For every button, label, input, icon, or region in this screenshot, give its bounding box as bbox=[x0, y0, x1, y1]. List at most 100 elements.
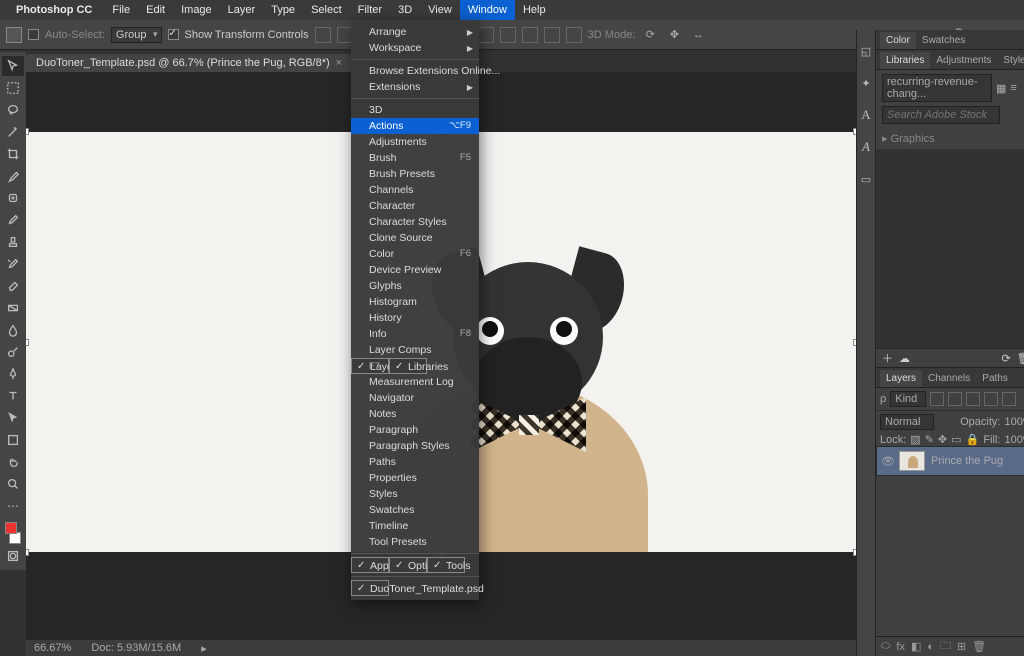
lock-position-icon[interactable]: ✥ bbox=[938, 433, 947, 446]
tab-layers[interactable]: Layers bbox=[880, 370, 922, 387]
tab-channels[interactable]: Channels bbox=[922, 370, 976, 387]
filter-pixel-icon[interactable] bbox=[930, 392, 944, 406]
tool-preset-icon[interactable] bbox=[6, 27, 22, 43]
menu-item-actions[interactable]: Actions⌥F9 bbox=[351, 118, 479, 134]
distribute-3-icon[interactable] bbox=[500, 27, 516, 43]
filter-shape-icon[interactable] bbox=[984, 392, 998, 406]
lock-all-icon[interactable]: 🔒 bbox=[966, 433, 980, 446]
status-arrow-icon[interactable]: ▸ bbox=[201, 642, 207, 655]
blur-tool[interactable] bbox=[2, 320, 24, 340]
layer-visibility-icon[interactable]: 👁 bbox=[881, 455, 893, 468]
paragraph-panel-icon[interactable]: A bbox=[857, 138, 875, 156]
marquee-tool[interactable] bbox=[2, 78, 24, 98]
menu-item-character-styles[interactable]: Character Styles bbox=[351, 214, 479, 230]
menu-item-tools[interactable]: Tools bbox=[427, 557, 465, 573]
auto-select-dropdown[interactable]: Group bbox=[111, 27, 162, 43]
tab-libraries[interactable]: Libraries bbox=[880, 52, 930, 69]
menu-item-layer-comps[interactable]: Layer Comps bbox=[351, 342, 479, 358]
transform-handle[interactable] bbox=[26, 128, 29, 135]
delete-layer-icon[interactable]: 🗑 bbox=[972, 640, 986, 653]
tab-paths[interactable]: Paths bbox=[976, 370, 1014, 387]
pan-icon[interactable]: ✥ bbox=[665, 26, 683, 44]
type-tool[interactable] bbox=[2, 386, 24, 406]
menu-item-tool-presets[interactable]: Tool Presets bbox=[351, 534, 479, 550]
properties-panel-icon[interactable]: ✦ bbox=[857, 74, 875, 92]
filter-smart-icon[interactable] bbox=[1002, 392, 1016, 406]
menu-item-3d[interactable]: 3D bbox=[351, 102, 479, 118]
zoom-tool[interactable] bbox=[2, 474, 24, 494]
layer-mask-icon[interactable]: ◧ bbox=[911, 640, 921, 653]
character-panel-icon[interactable]: A bbox=[857, 106, 875, 124]
hand-tool[interactable] bbox=[2, 452, 24, 472]
edit-toolbar[interactable]: ⋯ bbox=[2, 496, 24, 516]
menu-filter[interactable]: Filter bbox=[350, 0, 390, 20]
eyedropper-tool[interactable] bbox=[2, 166, 24, 186]
color-swatches[interactable] bbox=[2, 522, 24, 544]
document-tab[interactable]: DuoToner_Template.psd @ 66.7% (Prince th… bbox=[26, 54, 352, 72]
tab-close-icon[interactable]: × bbox=[336, 57, 342, 69]
link-layers-icon[interactable]: ⬭ bbox=[881, 640, 890, 653]
menu-type[interactable]: Type bbox=[263, 0, 303, 20]
lib-section-graphics[interactable]: Graphics bbox=[891, 133, 935, 145]
menu-image[interactable]: Image bbox=[173, 0, 220, 20]
menu-item-swatches[interactable]: Swatches bbox=[351, 502, 479, 518]
path-select-tool[interactable] bbox=[2, 408, 24, 428]
menu-item-brush-presets[interactable]: Brush Presets bbox=[351, 166, 479, 182]
menu-item-channels[interactable]: Channels bbox=[351, 182, 479, 198]
fill-value[interactable]: 100% bbox=[1004, 434, 1024, 446]
menu-item-color[interactable]: ColorF6 bbox=[351, 246, 479, 262]
menu-layer[interactable]: Layer bbox=[220, 0, 264, 20]
lib-list-icon[interactable]: ≡ bbox=[1010, 82, 1016, 94]
history-brush-tool[interactable] bbox=[2, 254, 24, 274]
pen-tool[interactable] bbox=[2, 364, 24, 384]
layer-thumbnail[interactable] bbox=[899, 451, 925, 471]
menu-item-device-preview[interactable]: Device Preview bbox=[351, 262, 479, 278]
layer-name[interactable]: Prince the Pug bbox=[931, 455, 1003, 467]
quickmask-toggle[interactable] bbox=[2, 546, 24, 566]
shape-tool[interactable] bbox=[2, 430, 24, 450]
orbit-icon[interactable]: ⟳ bbox=[641, 26, 659, 44]
dodge-tool[interactable] bbox=[2, 342, 24, 362]
layer-group-icon[interactable]: 🗀 bbox=[940, 637, 951, 656]
menu-item-glyphs[interactable]: Glyphs bbox=[351, 278, 479, 294]
transform-handle[interactable] bbox=[26, 549, 29, 556]
tab-swatches[interactable]: Swatches bbox=[916, 32, 971, 49]
menu-item-brush[interactable]: BrushF5 bbox=[351, 150, 479, 166]
tab-styles[interactable]: Styles bbox=[997, 52, 1024, 69]
tab-adjustments[interactable]: Adjustments bbox=[930, 52, 997, 69]
lock-transparency-icon[interactable]: ▨ bbox=[910, 433, 920, 446]
menu-select[interactable]: Select bbox=[303, 0, 350, 20]
device-preview-icon[interactable]: ▭ bbox=[857, 170, 875, 188]
lock-artboard-icon[interactable]: ▭ bbox=[951, 433, 961, 446]
stamp-tool[interactable] bbox=[2, 232, 24, 252]
brush-tool[interactable] bbox=[2, 210, 24, 230]
opacity-value[interactable]: 100% bbox=[1004, 416, 1024, 428]
menu-window[interactable]: Window bbox=[460, 0, 515, 20]
history-panel-icon[interactable]: ◱ bbox=[857, 42, 875, 60]
menu-item-arrange[interactable]: Arrange bbox=[351, 24, 479, 40]
library-search[interactable] bbox=[882, 106, 1000, 124]
lib-cloud-icon[interactable]: ☁ bbox=[899, 352, 910, 365]
menu-item-notes[interactable]: Notes bbox=[351, 406, 479, 422]
menu-view[interactable]: View bbox=[420, 0, 460, 20]
menu-3d[interactable]: 3D bbox=[390, 0, 420, 20]
healing-tool[interactable] bbox=[2, 188, 24, 208]
move-tool[interactable] bbox=[2, 56, 24, 76]
zoom-level[interactable]: 66.67% bbox=[34, 642, 71, 654]
menu-item-paragraph[interactable]: Paragraph bbox=[351, 422, 479, 438]
menu-item-duotoner-template-psd[interactable]: DuoToner_Template.psd bbox=[351, 580, 389, 596]
menu-item-extensions[interactable]: Extensions bbox=[351, 79, 479, 95]
menu-item-paths[interactable]: Paths bbox=[351, 454, 479, 470]
show-transform-checkbox[interactable] bbox=[168, 29, 179, 40]
menu-edit[interactable]: Edit bbox=[138, 0, 173, 20]
menu-item-paragraph-styles[interactable]: Paragraph Styles bbox=[351, 438, 479, 454]
menu-item-application-frame[interactable]: Application Frame bbox=[351, 557, 389, 573]
lib-sync-icon[interactable]: ⟳ bbox=[1001, 352, 1010, 365]
menu-item-history[interactable]: History bbox=[351, 310, 479, 326]
blend-mode-select[interactable]: Normal bbox=[880, 414, 934, 430]
lock-pixels-icon[interactable]: ✎ bbox=[925, 433, 934, 446]
menu-item-workspace[interactable]: Workspace bbox=[351, 40, 479, 56]
align-left-icon[interactable] bbox=[315, 27, 331, 43]
menu-item-measurement-log[interactable]: Measurement Log bbox=[351, 374, 479, 390]
menu-item-layers[interactable]: LayersF7 bbox=[351, 358, 389, 374]
